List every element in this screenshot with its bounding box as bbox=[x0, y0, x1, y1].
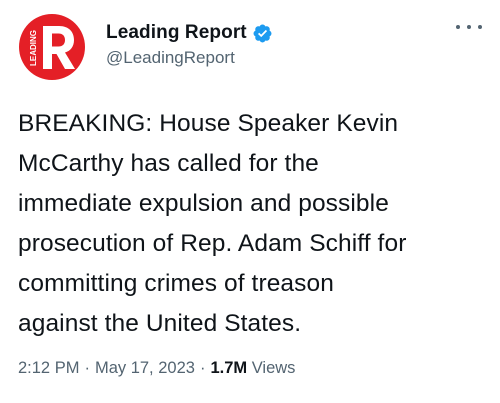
tweet-text: BREAKING: House Speaker Kevin McCarthy h… bbox=[18, 104, 488, 344]
tweet-text-line: committing crimes of treason bbox=[18, 270, 334, 297]
more-options-button[interactable] bbox=[456, 18, 482, 36]
tweet-text-line: against the United States. bbox=[18, 310, 302, 337]
verified-badge-icon bbox=[252, 23, 273, 44]
more-dot-icon bbox=[478, 25, 482, 29]
tweet-text-line: BREAKING: House Speaker Kevin bbox=[18, 110, 399, 137]
meta-separator: · bbox=[84, 359, 90, 377]
avatar-logo-text: LEADING bbox=[29, 30, 38, 66]
views-label[interactable]: Views bbox=[252, 359, 296, 377]
tweet-time[interactable]: 2:12 PM bbox=[18, 359, 79, 377]
tweet-text-line: immediate expulsion and possible bbox=[18, 190, 389, 217]
handle[interactable]: @LeadingReport bbox=[106, 48, 273, 68]
leading-report-logo: LEADING bbox=[29, 26, 75, 69]
tweet: LEADING Leading Report @LeadingReport BR… bbox=[0, 0, 500, 403]
account-info: Leading Report @LeadingReport bbox=[106, 20, 273, 68]
meta-separator: · bbox=[199, 359, 206, 377]
tweet-text-line: McCarthy has called for the bbox=[18, 150, 319, 177]
tweet-date[interactable]: May 17, 2023 bbox=[95, 359, 195, 377]
display-name[interactable]: Leading Report bbox=[106, 22, 247, 44]
views-count[interactable]: 1.7M bbox=[210, 359, 247, 377]
tweet-meta: 2:12 PM · May 17, 2023 · 1.7M Views bbox=[18, 359, 295, 378]
avatar[interactable]: LEADING bbox=[19, 14, 85, 80]
more-dot-icon bbox=[467, 25, 471, 29]
more-dot-icon bbox=[456, 25, 460, 29]
tweet-text-line: prosecution of Rep. Adam Schiff for bbox=[18, 230, 407, 257]
